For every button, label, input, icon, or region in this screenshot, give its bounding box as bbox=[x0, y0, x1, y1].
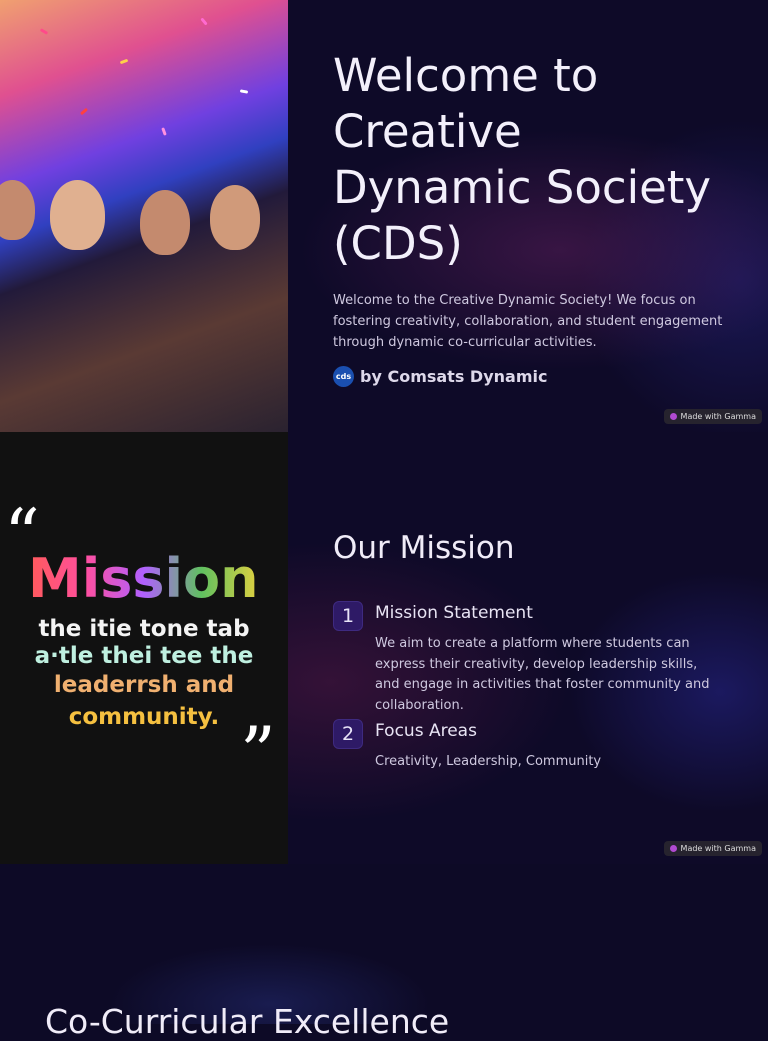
badge-label: Made with Gamma bbox=[680, 412, 756, 421]
item-number: 1 bbox=[333, 601, 363, 631]
image-text-line: community. bbox=[68, 704, 220, 730]
slide-mission: “ ” Mission the itie tone tab a·tle thei… bbox=[0, 432, 768, 864]
item-number: 2 bbox=[333, 719, 363, 749]
intro-text: Welcome to the Creative Dynamic Society!… bbox=[333, 293, 723, 350]
author-name: by Comsats Dynamic bbox=[360, 367, 548, 386]
avatar: cds bbox=[333, 366, 354, 387]
students-celebrating-photo bbox=[0, 0, 288, 432]
item-body: We aim to create a platform where studen… bbox=[375, 636, 710, 714]
mission-heading: Our Mission bbox=[333, 530, 515, 566]
co-curricular-heading: Co-Curricular Excellence bbox=[45, 1002, 450, 1041]
badge-label: Made with Gamma bbox=[680, 844, 756, 853]
page-title: Welcome to Creative Dynamic Society (CDS… bbox=[333, 49, 712, 270]
made-with-gamma-badge[interactable]: Made with Gamma bbox=[663, 841, 762, 856]
slide-co-curricular bbox=[0, 864, 768, 1024]
image-text-line: the itie tone tab bbox=[38, 616, 250, 642]
gamma-logo-icon bbox=[669, 845, 677, 852]
author-byline: cds by Comsats Dynamic bbox=[333, 366, 547, 387]
image-text-line: a·tle thei tee the bbox=[34, 643, 254, 669]
image-text-line: leaderrsh and bbox=[53, 672, 235, 698]
image-mission-word: Mission bbox=[28, 547, 259, 610]
item-body: Creativity, Leadership, Community bbox=[375, 754, 602, 769]
gamma-logo-icon bbox=[669, 413, 677, 420]
mission-illustration: “ ” Mission the itie tone tab a·tle thei… bbox=[0, 432, 288, 864]
item-title: Mission Statement bbox=[375, 603, 533, 623]
item-title: Focus Areas bbox=[375, 721, 477, 741]
made-with-gamma-badge[interactable]: Made with Gamma bbox=[663, 409, 762, 424]
slide-welcome: Welcome to Creative Dynamic Society (CDS… bbox=[0, 0, 768, 432]
